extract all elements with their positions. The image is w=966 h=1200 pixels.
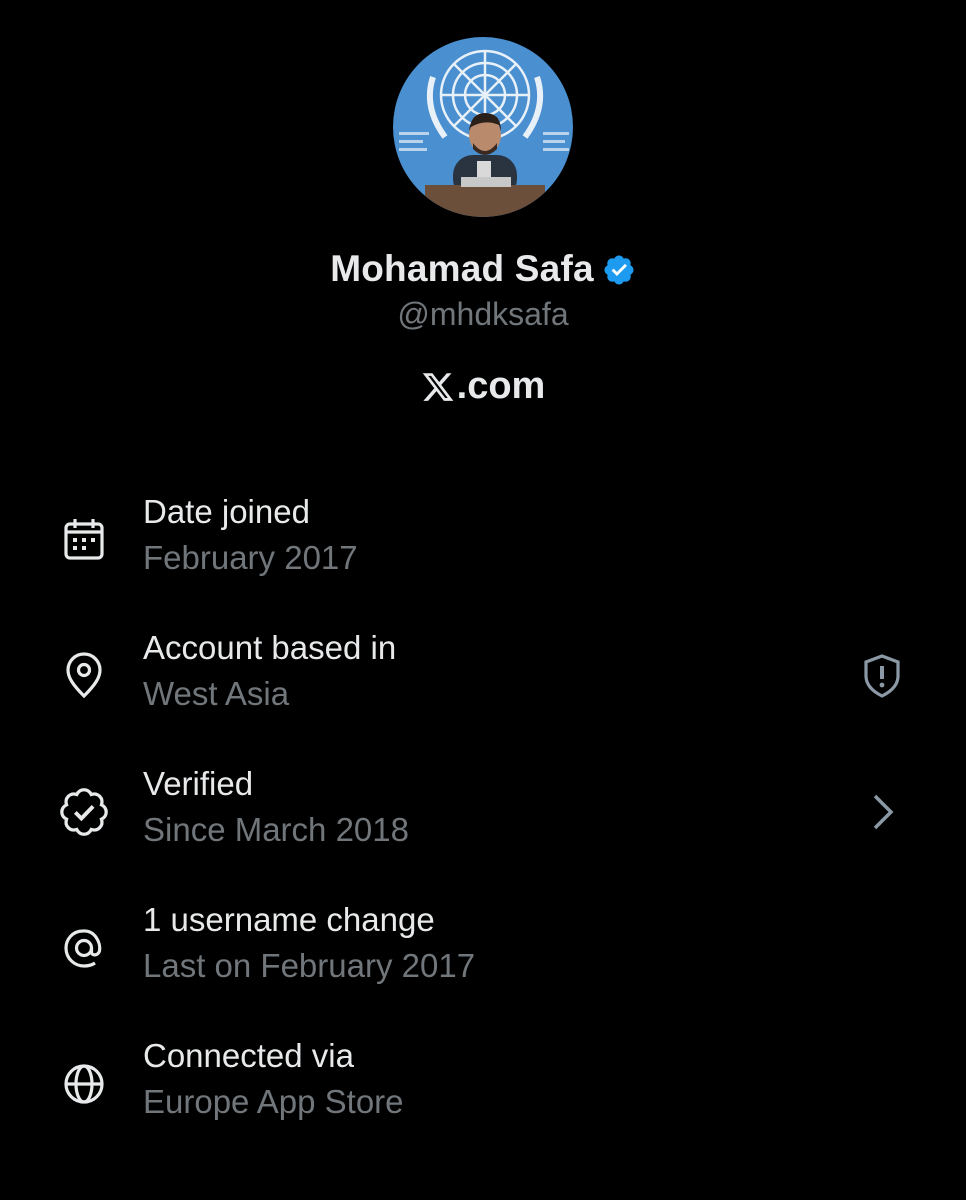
date-joined-row: Date joined February 2017 [0, 490, 966, 590]
account-based-in-row[interactable]: Account based in West Asia [0, 626, 966, 726]
verified-row[interactable]: Verified Since March 2018 [0, 762, 966, 862]
shield-alert-icon[interactable] [856, 650, 908, 702]
brand-domain: .com [456, 365, 546, 407]
profile-handle: @mhdksafa [397, 296, 569, 332]
brand-link[interactable]: .com [0, 365, 966, 408]
connected-via-label: Connected via [143, 1037, 354, 1074]
avatar[interactable] [393, 37, 573, 217]
date-joined-value: February 2017 [143, 539, 358, 576]
connected-via-value: Europe App Store [143, 1083, 404, 1120]
verified-value: Since March 2018 [143, 811, 409, 848]
x-logo-icon [421, 370, 455, 404]
username-change-value: Last on February 2017 [143, 947, 476, 984]
at-sign-icon [58, 922, 110, 974]
account-based-in-value: West Asia [143, 675, 290, 712]
verified-icon [58, 786, 110, 838]
verified-label: Verified [143, 765, 254, 802]
chevron-right-icon[interactable] [856, 786, 908, 838]
connected-via-row: Connected via Europe App Store [0, 1034, 966, 1134]
username-change-row: 1 username change Last on February 2017 [0, 898, 966, 998]
location-pin-icon [58, 650, 110, 702]
display-name: Mohamad Safa [330, 248, 594, 289]
username-change-label: 1 username change [143, 901, 435, 938]
profile-name-row: Mohamad Safa [0, 244, 966, 294]
account-based-in-label: Account based in [143, 629, 397, 666]
verified-badge-icon[interactable] [602, 253, 636, 287]
date-joined-label: Date joined [143, 493, 310, 530]
calendar-icon [58, 514, 110, 566]
globe-icon [58, 1058, 110, 1110]
